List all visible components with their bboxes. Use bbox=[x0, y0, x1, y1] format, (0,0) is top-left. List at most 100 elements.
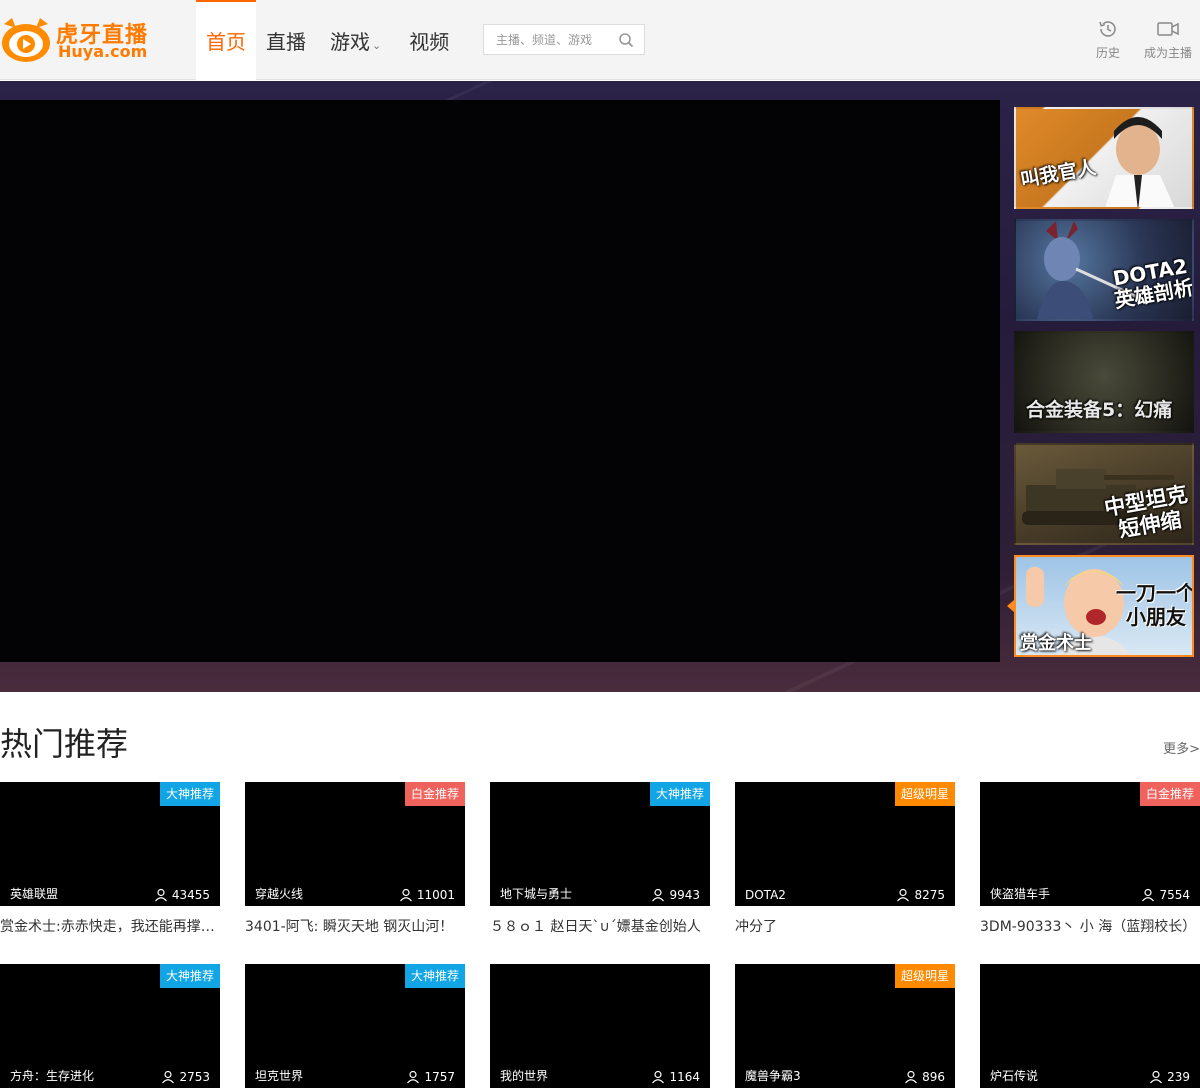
nav-live[interactable]: 直播 bbox=[256, 0, 316, 80]
top-header: 虎牙直播 Huya.com 首页 直播 游戏⌄ 视频 历史 成为主播 bbox=[0, 0, 1200, 80]
stream-title[interactable]: 赏金术士:赤赤快走，我还能再撑5分钟 bbox=[0, 916, 220, 936]
nav-home[interactable]: 首页 bbox=[196, 0, 256, 80]
stream-card[interactable]: 大神推荐方舟：生存进化 2753 bbox=[0, 964, 220, 1088]
stream-card[interactable]: 大神推荐 英雄联盟 43455 赏金术士:赤赤快走，我还能再撑5分钟 bbox=[0, 782, 220, 936]
history-label: 历史 bbox=[1096, 46, 1121, 60]
viewer-count: 1757 bbox=[406, 1070, 455, 1084]
nav-videos[interactable]: 视频 bbox=[399, 0, 459, 80]
viewer-count-value: 8275 bbox=[914, 888, 945, 902]
user-icon bbox=[1142, 888, 1155, 902]
huya-mascot-icon bbox=[2, 18, 50, 62]
viewer-count-value: 1757 bbox=[424, 1070, 455, 1084]
stream-card[interactable]: 大神推荐坦克世界 1757 bbox=[245, 964, 465, 1088]
become-streamer-button[interactable]: 成为主播 bbox=[1144, 18, 1192, 61]
recommend-badge: 大神推荐 bbox=[404, 964, 465, 988]
thumbnail-caption: 一刀一个 小朋友 bbox=[1116, 581, 1194, 629]
banner-thumbnail[interactable]: 合金装备5：幻痛 bbox=[1014, 331, 1194, 433]
user-icon bbox=[154, 888, 167, 902]
stream-card[interactable]: 超级明星 魔兽争霸3 896 bbox=[735, 964, 955, 1088]
become-streamer-label: 成为主播 bbox=[1144, 46, 1193, 60]
search-input[interactable] bbox=[484, 25, 612, 54]
portrait-illustration bbox=[1105, 117, 1175, 207]
viewer-count: 43455 bbox=[154, 888, 210, 902]
search-box bbox=[483, 24, 645, 55]
game-category: DOTA2 bbox=[745, 888, 786, 902]
game-category: 穿越火线 bbox=[255, 887, 304, 901]
video-camera-icon bbox=[1157, 22, 1179, 36]
stream-card[interactable]: 我的世界 1164 bbox=[490, 964, 710, 1088]
stream-thumbnail[interactable]: 我的世界 1164 bbox=[490, 964, 710, 1088]
user-icon bbox=[162, 1070, 175, 1084]
video-player[interactable] bbox=[0, 100, 1000, 662]
game-category: 侠盗猎车手 bbox=[990, 887, 1051, 901]
recommend-badge: 超级明星 bbox=[894, 964, 955, 988]
active-thumbnail-indicator bbox=[1007, 600, 1014, 612]
nav-videos-label: 视频 bbox=[409, 30, 450, 54]
stream-thumbnail[interactable]: 大神推荐 英雄联盟 43455 bbox=[0, 782, 220, 906]
game-category: 地下城与勇士 bbox=[500, 887, 573, 901]
stream-thumbnail[interactable]: 白金推荐侠盗猎车手 7554 bbox=[980, 782, 1200, 906]
chevron-down-icon: ⌄ bbox=[372, 39, 382, 52]
viewer-count: 239 bbox=[1149, 1070, 1190, 1084]
stream-thumbnail[interactable]: 白金推荐穿越火线 11001 bbox=[245, 782, 465, 906]
recommend-badge: 白金推荐 bbox=[404, 782, 465, 806]
user-icon bbox=[652, 1070, 665, 1084]
nav-home-label: 首页 bbox=[206, 30, 246, 54]
viewer-count: 2753 bbox=[161, 1070, 210, 1084]
thumbnail-caption-secondary: 赏金术士 bbox=[1020, 633, 1092, 654]
stream-card[interactable]: 白金推荐穿越火线 11001 3401-阿飞: 瞬灭天地 钢灭山河！ bbox=[245, 782, 465, 936]
viewer-count-value: 9943 bbox=[669, 888, 700, 902]
game-category: 炉石传说 bbox=[990, 1069, 1039, 1083]
viewer-count-value: 239 bbox=[1167, 1070, 1190, 1084]
history-button[interactable]: 历史 bbox=[1096, 18, 1120, 61]
recommend-badge: 大神推荐 bbox=[159, 964, 220, 988]
game-category: 魔兽争霸3 bbox=[745, 1069, 801, 1083]
user-icon bbox=[407, 1070, 420, 1084]
stream-thumbnail[interactable]: 超级明星 DOTA2 8275 bbox=[735, 782, 955, 906]
banner-thumbnail[interactable]: 一刀一个 小朋友 赏金术士 bbox=[1014, 555, 1194, 657]
nav-games[interactable]: 游戏 ⌄ bbox=[320, 0, 391, 80]
history-icon bbox=[1099, 21, 1116, 37]
viewer-count-value: 43455 bbox=[171, 888, 210, 902]
recommend-badge: 大神推荐 bbox=[649, 782, 710, 806]
viewer-count: 1164 bbox=[651, 1070, 700, 1084]
stream-thumbnail[interactable]: 炉石传说 239 bbox=[980, 964, 1200, 1088]
stream-title[interactable]: 3DM-90333丶 小 海（蓝翔校长） bbox=[980, 916, 1200, 936]
nav-games-label: 游戏 bbox=[330, 30, 370, 54]
stream-card[interactable]: 超级明星 DOTA2 8275 冲分了 bbox=[735, 782, 955, 936]
stream-title[interactable]: 3401-阿飞: 瞬灭天地 钢灭山河！ bbox=[245, 916, 465, 936]
stream-card[interactable]: 白金推荐侠盗猎车手 7554 3DM-90333丶 小 海（蓝翔校长） bbox=[980, 782, 1200, 936]
stream-thumbnail[interactable]: 大神推荐地下城与勇士 9943 bbox=[490, 782, 710, 906]
stream-thumbnail[interactable]: 大神推荐坦克世界 1757 bbox=[245, 964, 465, 1088]
viewer-count: 8275 bbox=[896, 888, 945, 902]
user-icon bbox=[399, 888, 412, 902]
stream-card[interactable]: 炉石传说 239 bbox=[980, 964, 1200, 1088]
more-link[interactable]: 更多> bbox=[1163, 738, 1200, 757]
stream-thumbnail[interactable]: 大神推荐方舟：生存进化 2753 bbox=[0, 964, 220, 1088]
viewer-count: 7554 bbox=[1141, 888, 1190, 902]
stream-title[interactable]: 冲分了 bbox=[735, 916, 955, 936]
recommend-badge: 超级明星 bbox=[894, 782, 955, 806]
viewer-count-value: 11001 bbox=[416, 888, 455, 902]
banner-thumbnail[interactable]: DOTA2 英雄剖析 bbox=[1014, 219, 1194, 321]
thumbnail-caption: 合金装备5：幻痛 bbox=[1026, 399, 1173, 421]
stream-title[interactable]: ５８ｏ１ 赵日天ˋ∪ˊ嫖基金创始人 bbox=[490, 916, 710, 936]
banner-thumbnail[interactable]: 叫我官人 bbox=[1014, 107, 1194, 209]
viewer-count: 11001 bbox=[399, 888, 455, 902]
stream-thumbnail[interactable]: 超级明星 魔兽争霸3 896 bbox=[735, 964, 955, 1088]
game-category: 英雄联盟 bbox=[10, 887, 59, 901]
game-category: 坦克世界 bbox=[255, 1069, 304, 1083]
stream-card[interactable]: 大神推荐地下城与勇士 9943 ５８ｏ１ 赵日天ˋ∪ˊ嫖基金创始人 bbox=[490, 782, 710, 936]
recommend-badge: 白金推荐 bbox=[1139, 782, 1200, 806]
featured-banner: 叫我官人 DOTA2 英雄剖析 合金装备5：幻痛 中型坦克 短伸缩 一刀一个 小… bbox=[0, 81, 1200, 692]
huya-logo[interactable]: 虎牙直播 Huya.com bbox=[0, 14, 160, 66]
viewer-count: 9943 bbox=[651, 888, 700, 902]
game-category: 方舟：生存进化 bbox=[10, 1069, 95, 1083]
viewer-count-value: 2753 bbox=[179, 1070, 210, 1084]
user-icon bbox=[905, 1070, 918, 1084]
viewer-count-value: 7554 bbox=[1159, 888, 1190, 902]
brand-domain: Huya.com bbox=[58, 42, 148, 61]
user-icon bbox=[1150, 1070, 1163, 1084]
search-icon[interactable] bbox=[618, 32, 634, 48]
banner-thumbnail[interactable]: 中型坦克 短伸缩 bbox=[1014, 443, 1194, 545]
